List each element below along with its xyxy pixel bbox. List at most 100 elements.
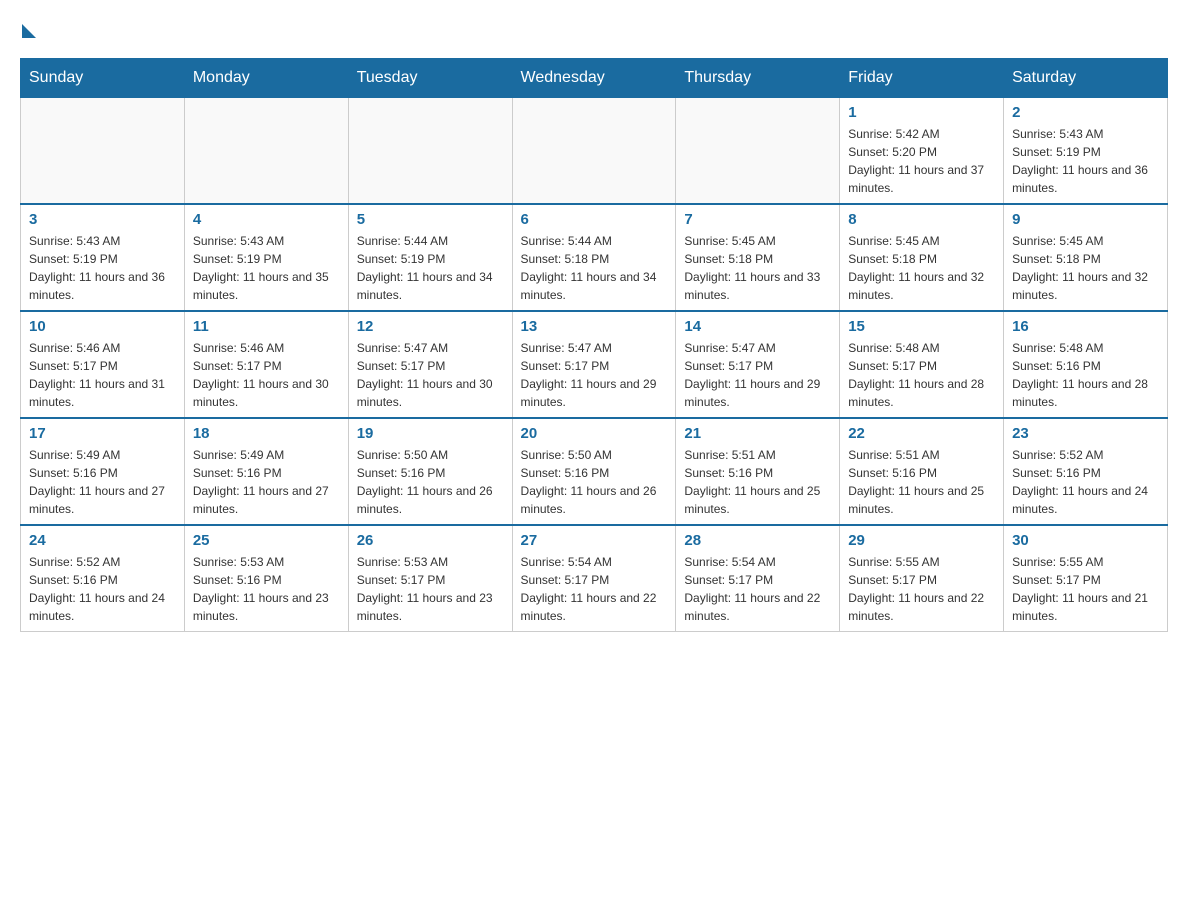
day-number: 6: [521, 211, 668, 228]
day-info: Sunrise: 5:44 AMSunset: 5:18 PMDaylight:…: [521, 232, 668, 304]
day-info: Sunrise: 5:43 AMSunset: 5:19 PMDaylight:…: [29, 232, 176, 304]
column-header-friday: Friday: [840, 59, 1004, 98]
calendar-week-row: 10 Sunrise: 5:46 AMSunset: 5:17 PMDayligh…: [21, 311, 1168, 418]
day-number: 28: [684, 532, 831, 549]
calendar-day-cell: 16 Sunrise: 5:48 AMSunset: 5:16 PMDayligh…: [1004, 311, 1168, 418]
day-number: 2: [1012, 104, 1159, 121]
day-number: 5: [357, 211, 504, 228]
calendar-day-cell: 3 Sunrise: 5:43 AMSunset: 5:19 PMDaylight…: [21, 204, 185, 311]
day-info: Sunrise: 5:47 AMSunset: 5:17 PMDaylight:…: [357, 339, 504, 411]
day-info: Sunrise: 5:54 AMSunset: 5:17 PMDaylight:…: [684, 553, 831, 625]
day-number: 13: [521, 318, 668, 335]
day-info: Sunrise: 5:43 AMSunset: 5:19 PMDaylight:…: [193, 232, 340, 304]
day-number: 15: [848, 318, 995, 335]
day-info: Sunrise: 5:53 AMSunset: 5:17 PMDaylight:…: [357, 553, 504, 625]
day-number: 3: [29, 211, 176, 228]
calendar-day-cell: 17 Sunrise: 5:49 AMSunset: 5:16 PMDayligh…: [21, 418, 185, 525]
calendar-day-cell: 28 Sunrise: 5:54 AMSunset: 5:17 PMDayligh…: [676, 525, 840, 632]
calendar-day-cell: 12 Sunrise: 5:47 AMSunset: 5:17 PMDayligh…: [348, 311, 512, 418]
day-number: 7: [684, 211, 831, 228]
calendar-day-cell: [348, 98, 512, 205]
calendar-day-cell: [184, 98, 348, 205]
column-header-sunday: Sunday: [21, 59, 185, 98]
day-info: Sunrise: 5:45 AMSunset: 5:18 PMDaylight:…: [684, 232, 831, 304]
calendar-day-cell: 2 Sunrise: 5:43 AMSunset: 5:19 PMDaylight…: [1004, 98, 1168, 205]
calendar-day-cell: 4 Sunrise: 5:43 AMSunset: 5:19 PMDaylight…: [184, 204, 348, 311]
day-info: Sunrise: 5:45 AMSunset: 5:18 PMDaylight:…: [848, 232, 995, 304]
calendar-table: SundayMondayTuesdayWednesdayThursdayFrid…: [20, 58, 1168, 632]
calendar-day-cell: 25Sunrise: 5:53 AMSunset: 5:16 PMDayligh…: [184, 525, 348, 632]
day-info: Sunrise: 5:51 AMSunset: 5:16 PMDaylight:…: [684, 446, 831, 518]
calendar-day-cell: 29 Sunrise: 5:55 AMSunset: 5:17 PMDayligh…: [840, 525, 1004, 632]
day-number: 11: [193, 318, 340, 335]
day-info: Sunrise: 5:48 AMSunset: 5:16 PMDaylight:…: [1012, 339, 1159, 411]
day-info: Sunrise: 5:55 AMSunset: 5:17 PMDaylight:…: [1012, 553, 1159, 625]
calendar-day-cell: 13 Sunrise: 5:47 AMSunset: 5:17 PMDayligh…: [512, 311, 676, 418]
day-info: Sunrise: 5:45 AMSunset: 5:18 PMDaylight:…: [1012, 232, 1159, 304]
day-number: 12: [357, 318, 504, 335]
day-number: 20: [521, 425, 668, 442]
column-header-saturday: Saturday: [1004, 59, 1168, 98]
day-number: 4: [193, 211, 340, 228]
day-info: Sunrise: 5:49 AMSunset: 5:16 PMDaylight:…: [193, 446, 340, 518]
column-header-tuesday: Tuesday: [348, 59, 512, 98]
calendar-day-cell: [676, 98, 840, 205]
calendar-day-cell: 23 Sunrise: 5:52 AMSunset: 5:16 PMDayligh…: [1004, 418, 1168, 525]
calendar-day-cell: [512, 98, 676, 205]
day-number: 17: [29, 425, 176, 442]
day-number: 9: [1012, 211, 1159, 228]
calendar-day-cell: 21 Sunrise: 5:51 AMSunset: 5:16 PMDayligh…: [676, 418, 840, 525]
day-info: Sunrise: 5:52 AMSunset: 5:16 PMDaylight:…: [29, 553, 176, 625]
day-number: 26: [357, 532, 504, 549]
day-number: 27: [521, 532, 668, 549]
calendar-day-cell: 10 Sunrise: 5:46 AMSunset: 5:17 PMDayligh…: [21, 311, 185, 418]
calendar-day-cell: 5 Sunrise: 5:44 AMSunset: 5:19 PMDaylight…: [348, 204, 512, 311]
day-info: Sunrise: 5:47 AMSunset: 5:17 PMDaylight:…: [521, 339, 668, 411]
day-info: Sunrise: 5:48 AMSunset: 5:17 PMDaylight:…: [848, 339, 995, 411]
calendar-week-row: 17 Sunrise: 5:49 AMSunset: 5:16 PMDayligh…: [21, 418, 1168, 525]
day-number: 8: [848, 211, 995, 228]
calendar-day-cell: [21, 98, 185, 205]
calendar-week-row: 3 Sunrise: 5:43 AMSunset: 5:19 PMDaylight…: [21, 204, 1168, 311]
column-header-wednesday: Wednesday: [512, 59, 676, 98]
calendar-day-cell: 18 Sunrise: 5:49 AMSunset: 5:16 PMDayligh…: [184, 418, 348, 525]
day-number: 10: [29, 318, 176, 335]
day-number: 16: [1012, 318, 1159, 335]
day-number: 24: [29, 532, 176, 549]
day-info: Sunrise: 5:54 AMSunset: 5:17 PMDaylight:…: [521, 553, 668, 625]
day-info: Sunrise: 5:44 AMSunset: 5:19 PMDaylight:…: [357, 232, 504, 304]
day-info: Sunrise: 5:46 AMSunset: 5:17 PMDaylight:…: [29, 339, 176, 411]
calendar-day-cell: 7 Sunrise: 5:45 AMSunset: 5:18 PMDaylight…: [676, 204, 840, 311]
calendar-day-cell: 11Sunrise: 5:46 AMSunset: 5:17 PMDayligh…: [184, 311, 348, 418]
calendar-day-cell: 30Sunrise: 5:55 AMSunset: 5:17 PMDayligh…: [1004, 525, 1168, 632]
page-header: [20, 20, 1168, 38]
day-info: Sunrise: 5:50 AMSunset: 5:16 PMDaylight:…: [357, 446, 504, 518]
logo-arrow-icon: [22, 24, 36, 38]
day-info: Sunrise: 5:50 AMSunset: 5:16 PMDaylight:…: [521, 446, 668, 518]
column-header-monday: Monday: [184, 59, 348, 98]
day-info: Sunrise: 5:51 AMSunset: 5:16 PMDaylight:…: [848, 446, 995, 518]
day-number: 21: [684, 425, 831, 442]
logo: [20, 20, 36, 38]
day-info: Sunrise: 5:47 AMSunset: 5:17 PMDaylight:…: [684, 339, 831, 411]
day-info: Sunrise: 5:49 AMSunset: 5:16 PMDaylight:…: [29, 446, 176, 518]
calendar-day-cell: 22 Sunrise: 5:51 AMSunset: 5:16 PMDayligh…: [840, 418, 1004, 525]
day-number: 14: [684, 318, 831, 335]
calendar-day-cell: 14 Sunrise: 5:47 AMSunset: 5:17 PMDayligh…: [676, 311, 840, 418]
day-number: 29: [848, 532, 995, 549]
day-number: 23: [1012, 425, 1159, 442]
calendar-day-cell: 24 Sunrise: 5:52 AMSunset: 5:16 PMDayligh…: [21, 525, 185, 632]
calendar-day-cell: 8 Sunrise: 5:45 AMSunset: 5:18 PMDaylight…: [840, 204, 1004, 311]
day-number: 25: [193, 532, 340, 549]
calendar-header-row: SundayMondayTuesdayWednesdayThursdayFrid…: [21, 59, 1168, 98]
column-header-thursday: Thursday: [676, 59, 840, 98]
day-number: 22: [848, 425, 995, 442]
day-number: 18: [193, 425, 340, 442]
day-info: Sunrise: 5:55 AMSunset: 5:17 PMDaylight:…: [848, 553, 995, 625]
day-info: Sunrise: 5:43 AMSunset: 5:19 PMDaylight:…: [1012, 125, 1159, 197]
calendar-day-cell: 1Sunrise: 5:42 AMSunset: 5:20 PMDaylight…: [840, 98, 1004, 205]
day-info: Sunrise: 5:52 AMSunset: 5:16 PMDaylight:…: [1012, 446, 1159, 518]
calendar-day-cell: 9 Sunrise: 5:45 AMSunset: 5:18 PMDaylight…: [1004, 204, 1168, 311]
day-info: Sunrise: 5:42 AMSunset: 5:20 PMDaylight:…: [848, 125, 995, 197]
calendar-week-row: 1Sunrise: 5:42 AMSunset: 5:20 PMDaylight…: [21, 98, 1168, 205]
